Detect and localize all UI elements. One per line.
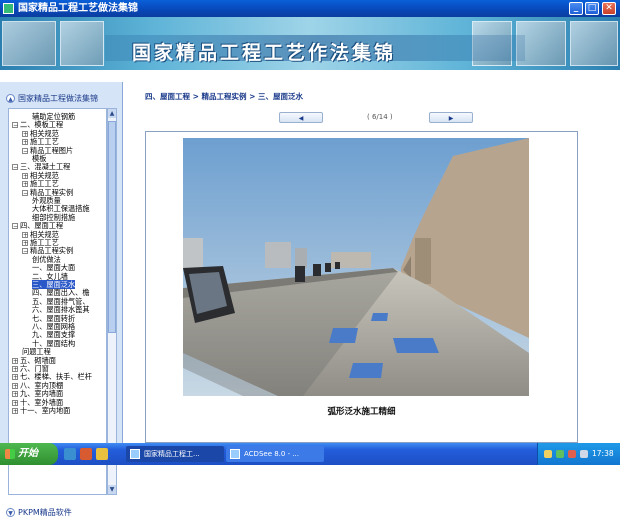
volume-icon[interactable]	[580, 450, 588, 458]
expand-icon[interactable]: +	[22, 130, 28, 137]
content-area: 四、屋面工程 > 精品工程实例 > 三、屋面泛水 ◀ ( 6/14 ) ▶ 弧形…	[124, 82, 620, 443]
expand-icon[interactable]: +	[12, 374, 18, 381]
windows-flag-icon	[5, 449, 15, 459]
expand-icon[interactable]: +	[12, 357, 18, 364]
prev-button[interactable]: ◀	[279, 112, 323, 123]
collapse-icon[interactable]: −	[12, 223, 18, 230]
expand-icon[interactable]: +	[12, 399, 18, 406]
page-indicator: ( 6/14 )	[367, 113, 393, 121]
breadcrumb: 四、屋面工程 > 精品工程实例 > 三、屋面泛水	[145, 92, 304, 101]
chevron-up-icon[interactable]: ▲	[6, 94, 15, 103]
scroll-down-icon[interactable]: ▼	[108, 485, 116, 494]
expand-icon[interactable]: +	[12, 391, 18, 398]
app-icon	[130, 449, 140, 459]
banner-photo	[570, 21, 618, 66]
tray-icon[interactable]	[568, 450, 576, 458]
title-bar[interactable]: 国家精品工程工艺做法集锦 _ □ ✕	[0, 0, 620, 17]
scroll-up-icon[interactable]: ▲	[108, 109, 116, 118]
sidebar: ▲ 国家精品工程做法集锦 辅助定位钢筋 − 二、模板工程 + 相关规范 + 施工工艺 − 精品工程…	[0, 82, 123, 517]
tree-item[interactable]: − 精品工程图片	[22, 146, 73, 155]
expand-icon[interactable]: +	[22, 172, 28, 179]
sidebar-footer[interactable]: ▼ PKPM精品软件	[6, 506, 72, 520]
close-button[interactable]: ✕	[602, 2, 616, 15]
collapse-icon[interactable]: −	[12, 122, 18, 129]
tree-item-label: 十一、室内地面	[20, 406, 71, 415]
media-player-icon[interactable]	[80, 448, 92, 460]
scrollbar-thumb[interactable]	[108, 121, 116, 333]
minimize-button[interactable]: _	[569, 2, 583, 15]
sidebar-header-label: 国家精品工程做法集锦	[18, 94, 98, 103]
image-frame: 弧形泛水施工精细	[145, 131, 578, 443]
task-item-acdsee[interactable]: ACDSee 8.0 - ...	[226, 446, 324, 462]
expand-icon[interactable]: +	[22, 139, 28, 146]
clock: 17:38	[592, 449, 614, 458]
expand-icon[interactable]: +	[12, 366, 18, 373]
acdsee-icon	[230, 449, 240, 459]
arrow-right-icon: ▶	[448, 115, 454, 122]
tree-scrollbar[interactable]: ▲ ▼	[107, 108, 117, 495]
expand-icon[interactable]: +	[22, 231, 28, 238]
collapse-icon[interactable]: −	[22, 147, 28, 154]
expand-icon[interactable]: +	[22, 181, 28, 188]
tray-icon[interactable]	[556, 450, 564, 458]
start-label: 开始	[18, 448, 38, 459]
nav-tree: 辅助定位钢筋 − 二、模板工程 + 相关规范 + 施工工艺 − 精品工程图片 模板 − 三、混凝土工程…	[8, 108, 107, 495]
expand-icon[interactable]: +	[22, 240, 28, 247]
ie-icon[interactable]	[64, 448, 76, 460]
header-banner: 国家精品工程工艺作法集锦	[0, 17, 620, 70]
sidebar-header[interactable]: ▲ 国家精品工程做法集锦	[6, 92, 118, 106]
task-label: 国家精品工程工...	[144, 450, 200, 458]
roof-photo	[183, 138, 529, 396]
collapse-icon[interactable]: −	[12, 164, 18, 171]
taskbar: 开始 国家精品工程工... ACDSee 8.0 - ... 17:38	[0, 443, 620, 465]
maximize-button[interactable]: □	[585, 2, 599, 15]
collapse-icon[interactable]: −	[22, 189, 28, 196]
tray-icon[interactable]	[544, 450, 552, 458]
system-tray: 17:38	[537, 443, 620, 465]
chevron-down-icon[interactable]: ▼	[6, 508, 15, 517]
expand-icon[interactable]: +	[12, 382, 18, 389]
task-label: ACDSee 8.0 - ...	[244, 450, 300, 458]
app-icon	[3, 3, 14, 14]
expand-icon[interactable]: +	[12, 408, 18, 415]
collapse-icon[interactable]: −	[22, 248, 28, 255]
sidebar-footer-label: PKPM精品软件	[18, 508, 72, 517]
banner-title: 国家精品工程工艺作法集锦	[132, 42, 397, 64]
task-item-app[interactable]: 国家精品工程工...	[126, 446, 224, 462]
arrow-left-icon: ◀	[298, 115, 304, 122]
start-button[interactable]: 开始	[0, 443, 58, 465]
banner-photo	[2, 21, 56, 66]
next-button[interactable]: ▶	[429, 112, 473, 123]
banner-photo	[60, 21, 104, 66]
image-caption: 弧形泛水施工精细	[327, 407, 396, 417]
folder-icon[interactable]	[96, 448, 108, 460]
window-title: 国家精品工程工艺做法集锦	[18, 3, 138, 14]
tree-item[interactable]: + 十一、室内地面	[12, 406, 70, 415]
